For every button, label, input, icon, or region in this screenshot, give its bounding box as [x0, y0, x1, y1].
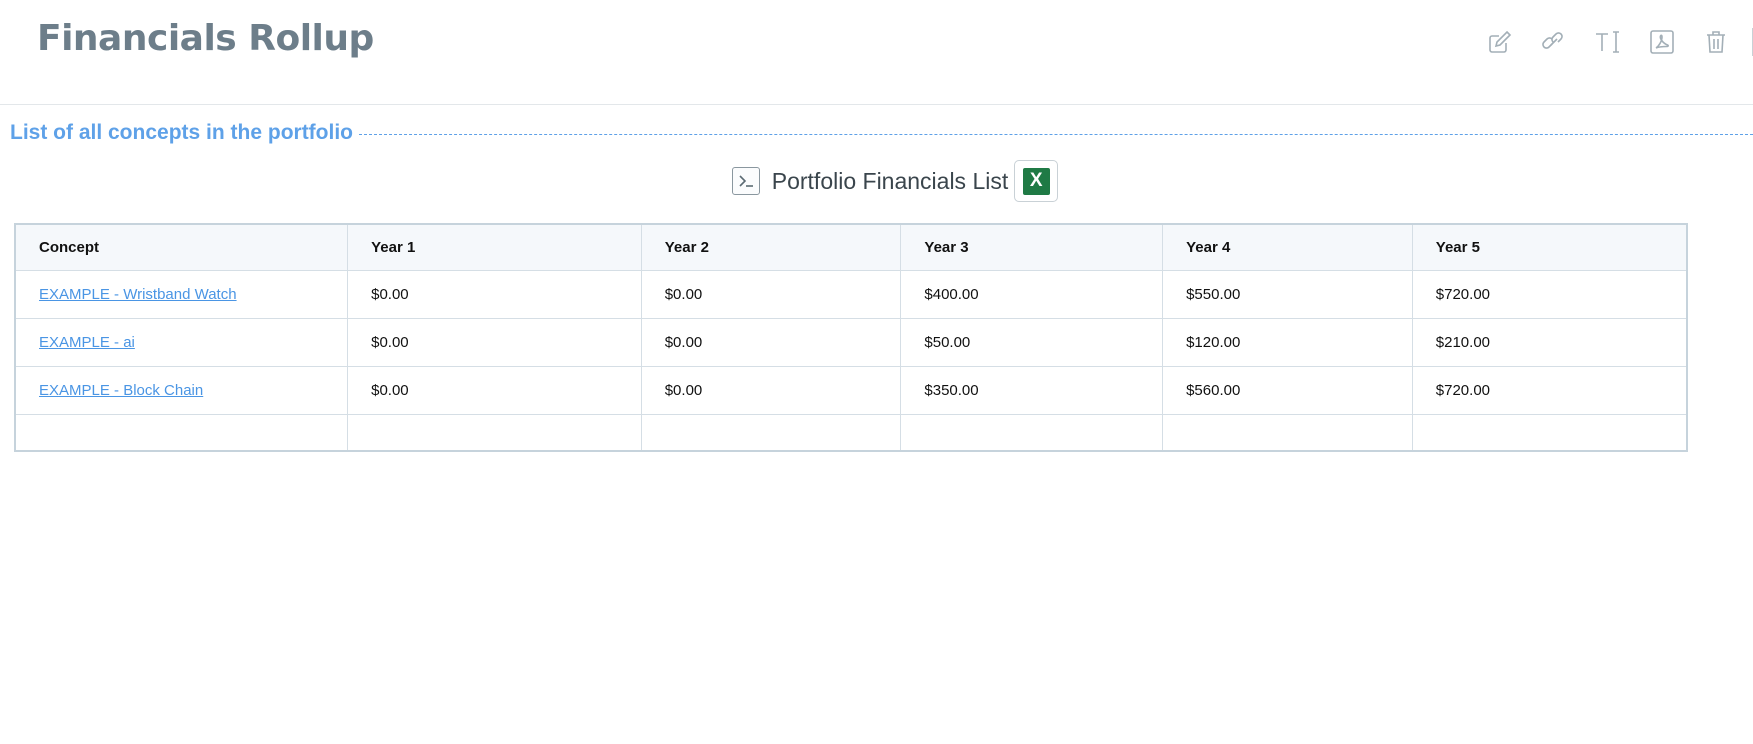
empty-cell	[1411, 414, 1688, 452]
column-header-year-4: Year 4	[1162, 223, 1413, 271]
year-4-cell: $560.00	[1162, 366, 1413, 415]
edit-button[interactable]	[1482, 24, 1518, 60]
empty-cell	[14, 414, 349, 452]
table-row: EXAMPLE - Block Chain $0.00 $0.00 $350.0…	[14, 366, 1688, 415]
table-header-row: Concept Year 1 Year 2 Year 3 Year 4 Year…	[14, 223, 1688, 271]
excel-icon: X	[1022, 167, 1050, 195]
page-title: Financials Rollup	[37, 18, 374, 59]
column-header-concept: Concept	[14, 223, 349, 271]
concept-cell: EXAMPLE - Wristband Watch	[14, 270, 349, 319]
edit-icon	[1489, 30, 1512, 53]
table-row: EXAMPLE - ai $0.00 $0.00 $50.00 $120.00 …	[14, 318, 1688, 367]
column-header-year-2: Year 2	[640, 223, 902, 271]
column-header-year-3: Year 3	[900, 223, 1164, 271]
year-1-cell: $0.00	[347, 366, 642, 415]
empty-cell	[900, 414, 1164, 452]
table-row: EXAMPLE - Wristband Watch $0.00 $0.00 $4…	[14, 270, 1688, 319]
year-1-cell: $0.00	[347, 318, 642, 367]
year-3-cell: $350.00	[900, 366, 1164, 415]
text-button[interactable]	[1590, 24, 1626, 60]
page-header: Financials Rollup	[0, 0, 1753, 105]
empty-cell	[347, 414, 642, 452]
empty-cell	[640, 414, 902, 452]
year-3-cell: $50.00	[900, 318, 1164, 367]
table-row-empty	[14, 414, 1688, 452]
year-2-cell: $0.00	[640, 270, 902, 319]
section-heading-text: List of all concepts in the portfolio	[10, 121, 354, 144]
link-icon	[1542, 32, 1563, 49]
year-3-cell: $400.00	[900, 270, 1164, 319]
list-title: Portfolio Financials List	[771, 167, 1009, 194]
column-header-year-1: Year 1	[347, 223, 642, 271]
pdf-icon	[1650, 30, 1674, 54]
concept-cell: EXAMPLE - Block Chain	[14, 366, 349, 415]
year-2-cell: $0.00	[640, 366, 902, 415]
toolbar	[1464, 24, 1753, 60]
trash-icon	[1707, 31, 1725, 53]
year-1-cell: $0.00	[347, 270, 642, 319]
year-5-cell: $720.00	[1411, 270, 1688, 319]
link-button[interactable]	[1536, 24, 1572, 60]
section-divider	[359, 133, 1753, 135]
text-icon	[1596, 31, 1619, 53]
concept-link[interactable]: EXAMPLE - Block Chain	[39, 382, 203, 399]
financials-table: Concept Year 1 Year 2 Year 3 Year 4 Year…	[14, 223, 1688, 452]
year-4-cell: $120.00	[1162, 318, 1413, 367]
concept-link[interactable]: EXAMPLE - Wristband Watch	[39, 286, 237, 303]
empty-cell	[1162, 414, 1413, 452]
year-4-cell: $550.00	[1162, 270, 1413, 319]
year-2-cell: $0.00	[640, 318, 902, 367]
column-header-year-5: Year 5	[1411, 223, 1688, 271]
section-heading: List of all concepts in the portfolio	[10, 119, 1753, 147]
pdf-button[interactable]	[1644, 24, 1680, 60]
concept-link[interactable]: EXAMPLE - ai	[39, 334, 135, 351]
formula-icon[interactable]	[731, 167, 760, 195]
concept-cell: EXAMPLE - ai	[14, 318, 349, 367]
export-excel-button[interactable]: X	[1014, 160, 1059, 202]
delete-button[interactable]	[1698, 24, 1734, 60]
list-title-row: Portfolio Financials List X	[0, 160, 1753, 202]
year-5-cell: $720.00	[1411, 366, 1688, 415]
year-5-cell: $210.00	[1411, 318, 1688, 367]
